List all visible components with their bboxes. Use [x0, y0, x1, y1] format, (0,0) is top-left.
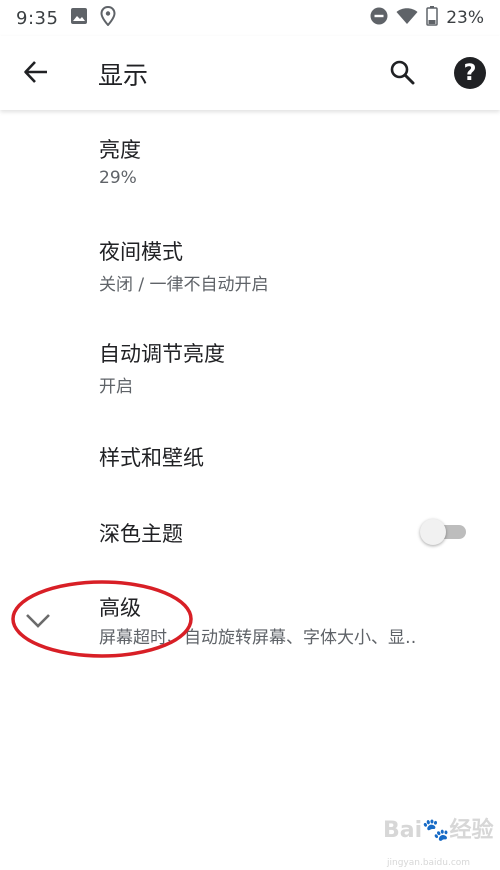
page-title: 显示	[98, 61, 149, 90]
battery-percent: 23%	[446, 8, 484, 28]
app-bar: 显示 ?	[0, 36, 500, 110]
dark-theme-toggle[interactable]	[420, 518, 468, 546]
watermark-url: jingyan.baidu.com	[387, 858, 471, 868]
setting-title: 样式和壁纸	[99, 446, 204, 470]
watermark: Bai🐾经验 jingyan.baidu.com	[383, 812, 494, 868]
setting-subtitle: 关闭 / 一律不自动开启	[99, 275, 269, 295]
setting-brightness[interactable]: 亮度 29%	[0, 120, 500, 204]
setting-title: 夜间模式	[99, 240, 183, 264]
status-left: 9:35	[16, 5, 116, 31]
setting-subtitle: 开启	[99, 377, 133, 397]
setting-night-mode[interactable]: 夜间模式 关闭 / 一律不自动开启	[0, 222, 500, 306]
image-icon	[70, 7, 88, 30]
annotation-circle	[10, 578, 195, 660]
setting-subtitle: 29%	[99, 168, 137, 188]
search-button[interactable]	[386, 58, 418, 90]
back-arrow-icon	[23, 59, 49, 89]
status-bar: 9:35 23%	[0, 0, 500, 36]
dnd-icon	[370, 7, 388, 30]
setting-title: 亮度	[99, 138, 141, 162]
watermark-logo: Bai🐾经验	[383, 818, 494, 843]
battery-icon	[426, 5, 438, 31]
toggle-thumb	[420, 519, 446, 545]
setting-styles-wallpapers[interactable]: 样式和壁纸	[0, 430, 500, 490]
location-icon	[100, 5, 116, 31]
status-right: 23%	[370, 5, 484, 31]
setting-adaptive-brightness[interactable]: 自动调节亮度 开启	[0, 324, 500, 408]
wifi-icon	[396, 7, 418, 30]
help-button[interactable]: ?	[454, 57, 486, 89]
setting-title: 自动调节亮度	[99, 342, 225, 366]
back-button[interactable]	[20, 58, 52, 90]
setting-title: 深色主题	[99, 522, 183, 546]
status-time: 9:35	[16, 7, 59, 29]
search-icon	[389, 59, 415, 89]
help-icon: ?	[463, 60, 477, 86]
